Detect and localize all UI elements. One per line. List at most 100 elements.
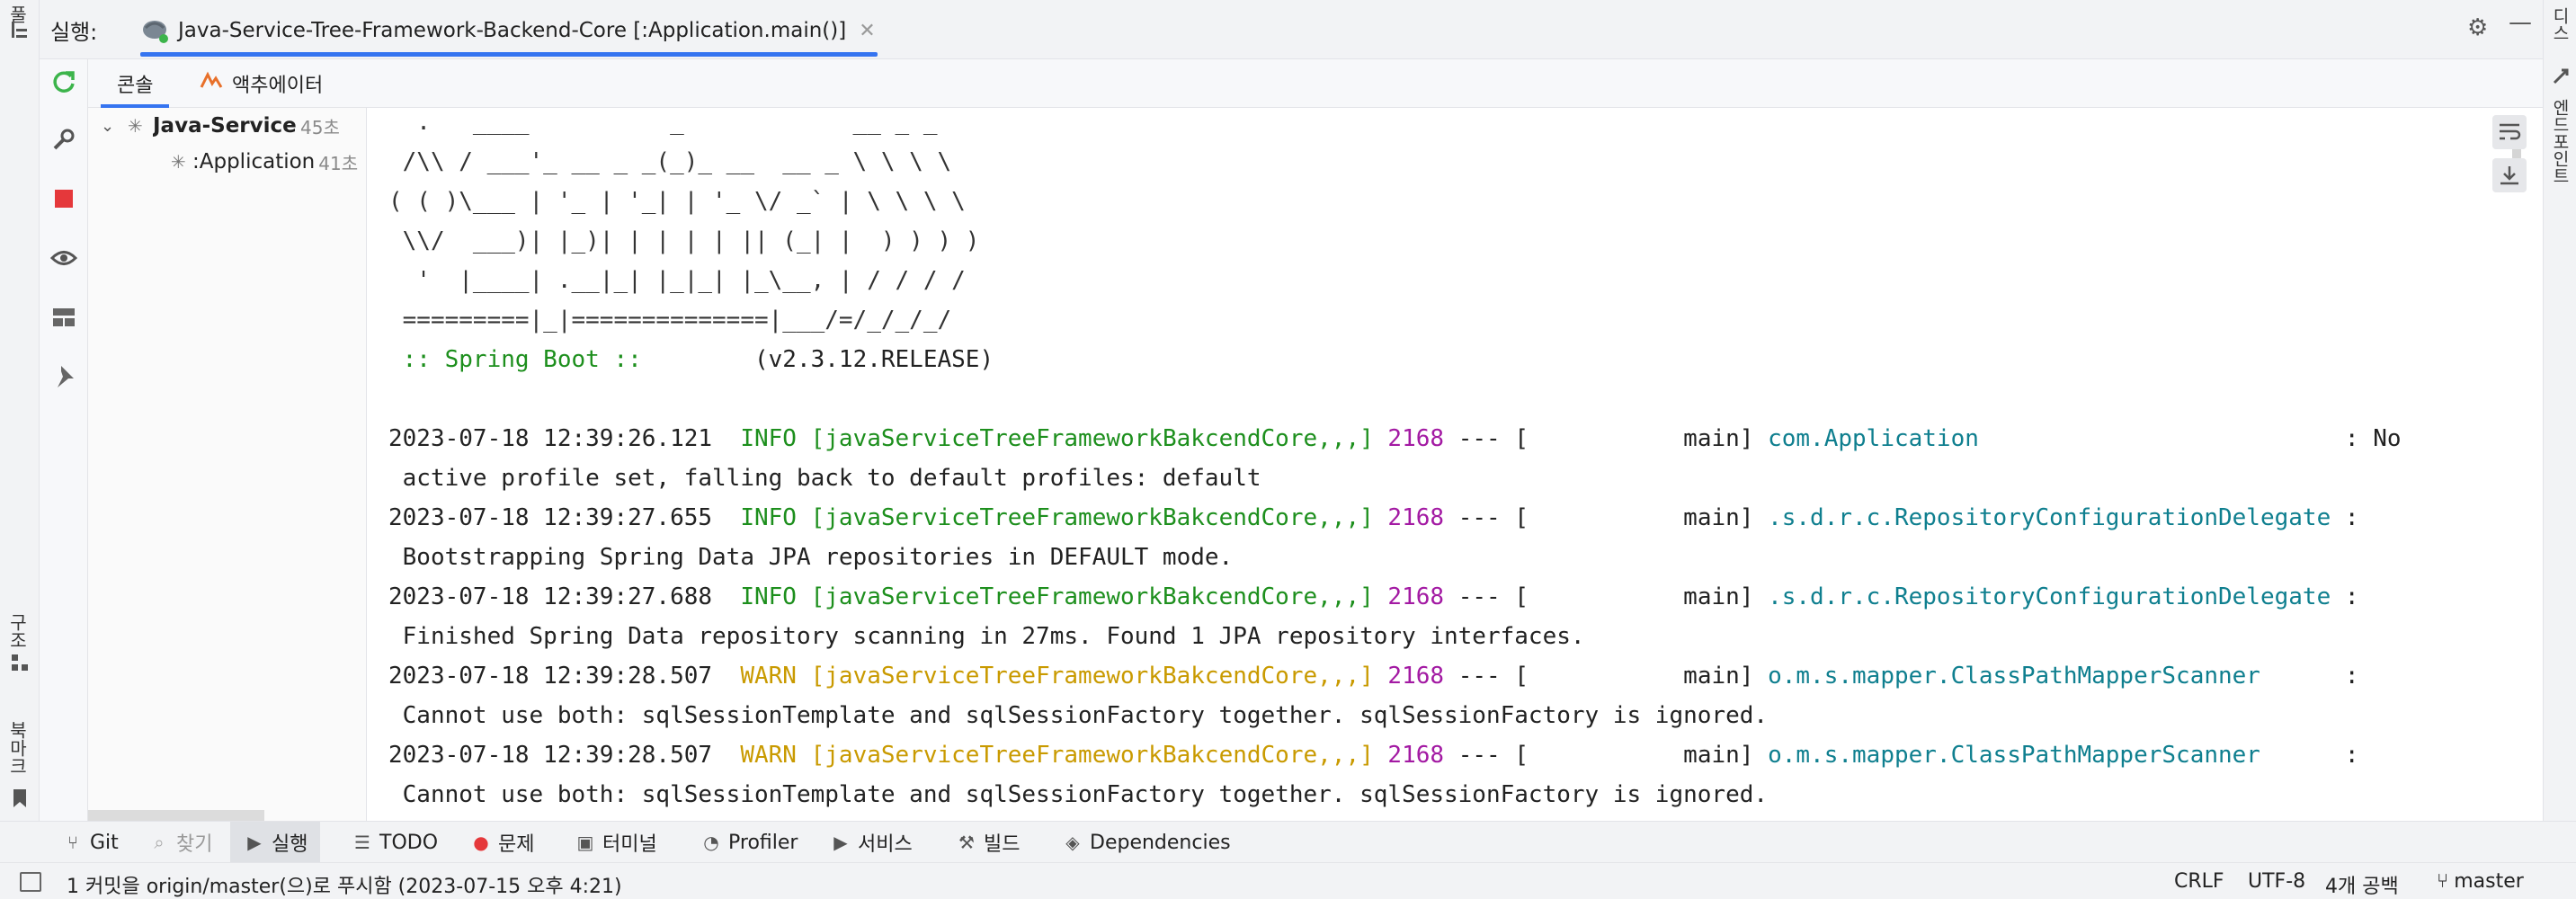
todo-icon: ☰ (354, 832, 370, 853)
layout-icon[interactable] (49, 302, 79, 333)
tree-item-root-label: Java-Service-T (153, 114, 297, 138)
tool-todo[interactable]: ☰ TODO (342, 822, 447, 863)
log-pid: 2168 (1387, 504, 1445, 531)
file-encoding[interactable]: UTF-8 (2248, 870, 2305, 893)
log-logger: o.m.s.mapper.ClassPathMapperScanner (1768, 742, 2260, 769)
banner-line: =========|_|==============|___/=/_/_/_/ (388, 307, 952, 334)
tool-todo-label: TODO (379, 831, 439, 854)
branch-icon: ⑂ (2437, 870, 2449, 893)
bookmark-icon[interactable] (11, 788, 29, 809)
run-label: 실행: (50, 20, 98, 45)
tool-services[interactable]: ▶ 서비스 (820, 822, 922, 863)
java-app-icon (140, 17, 169, 44)
tool-terminal[interactable]: ▣ 터미널 (565, 822, 666, 863)
log-thread: [ main] (1514, 583, 1754, 610)
wrench-icon[interactable] (49, 124, 79, 155)
dependencies-icon: ◈ (1065, 832, 1080, 853)
tool-dependencies-label: Dependencies (1090, 831, 1231, 854)
spinner-icon: ✳ (128, 115, 143, 137)
terminal-icon: ▣ (576, 832, 594, 853)
bookmarks-label[interactable]: 북마크 (6, 721, 31, 775)
log-line: 2023-07-18 12:39:28.507 WARN [javaServic… (388, 735, 2359, 775)
log-separator: --- (1457, 742, 1501, 769)
tool-run-label: 실행 (272, 833, 308, 856)
run-configuration-tab[interactable]: Java-Service-Tree-Framework-Backend-Core… (140, 7, 878, 57)
minimize-icon[interactable]: — (2509, 9, 2532, 36)
log-context: [javaServiceTreeFrameworkBakcendCore,,,] (810, 583, 1374, 610)
scroll-to-end-icon[interactable] (2492, 158, 2527, 192)
log-context: [javaServiceTreeFrameworkBakcendCore,,,] (810, 504, 1374, 531)
log-continuation: Cannot use both: sqlSessionTemplate and … (388, 702, 1769, 729)
run-process-tree: ⌄ ✳ Java-Service-T 45초 ✳ :Application 41… (88, 108, 367, 821)
log-pid: 2168 (1387, 583, 1445, 610)
branch-name: master (2454, 870, 2524, 893)
eye-icon[interactable] (49, 243, 79, 273)
log-tail: : (2344, 663, 2359, 690)
log-level: INFO (740, 504, 797, 531)
tree-item-root[interactable]: ⌄ ✳ Java-Service-T 45초 (101, 110, 340, 142)
indent-setting[interactable]: 4개 공백 (2325, 870, 2399, 899)
run-icon: ▶ (247, 832, 262, 853)
banner-line: ' |____| .__|_| |_|_| |_\__, | / / / / (388, 267, 966, 294)
soft-wrap-icon[interactable] (2492, 115, 2527, 149)
log-logger: com.Application (1768, 425, 1979, 452)
log-context: [javaServiceTreeFrameworkBakcendCore,,,] (810, 425, 1374, 452)
chevron-down-icon[interactable]: ⌄ (101, 117, 119, 136)
console-output[interactable]: . ____ _ __ _ _ /\\ / ___'_ __ _ _(_)_ _… (367, 108, 2507, 821)
spring-boot-version: (v2.3.12.RELEASE) (655, 346, 994, 373)
gear-icon[interactable]: ⚙ (2467, 14, 2488, 41)
rerun-icon[interactable] (49, 67, 79, 97)
log-tail: : (2344, 742, 2359, 769)
banner-line: /\\ / ___'_ __ _ _(_)_ __ __ _ \ \ \ \ (388, 148, 952, 175)
log-separator: --- (1457, 583, 1501, 610)
endpoints-icon[interactable] (2551, 67, 2571, 86)
tool-build-label: 빌드 (984, 833, 1021, 856)
tree-item-application[interactable]: ✳ :Application 41초 (171, 146, 358, 178)
panel-toggle-icon[interactable] (20, 872, 41, 892)
git-icon: ⑂ (67, 832, 78, 853)
pin-icon[interactable] (49, 361, 79, 392)
log-continuation: Finished Spring Data repository scanning… (388, 623, 1585, 650)
spinner-icon: ✳ (171, 151, 186, 173)
log-context: [javaServiceTreeFrameworkBakcendCore,,,] (810, 742, 1374, 769)
tool-services-label: 서비스 (858, 833, 913, 856)
vcs-status-message[interactable]: 1 커밋을 origin/master(으)로 푸시함 (2023-07-15 … (67, 870, 622, 899)
structure-label[interactable]: 구조 (6, 613, 31, 649)
console-side-tools (2492, 108, 2543, 821)
build-icon: ⚒ (958, 832, 975, 853)
tool-problems[interactable]: ● 문제 (460, 822, 543, 863)
log-separator: --- (1457, 663, 1501, 690)
branch-widget[interactable]: ⑂ master (2437, 870, 2524, 893)
run-toolbar (40, 59, 88, 821)
spring-boot-line: :: Spring Boot :: (v2.3.12.RELEASE) (388, 340, 994, 379)
line-separator[interactable]: CRLF (2174, 870, 2224, 893)
endpoints-label[interactable]: 엔드포인트 (2550, 99, 2572, 184)
log-timestamp: 2023-07-18 12:39:27.688 (388, 583, 713, 610)
tool-profiler[interactable]: ◔ Profiler (691, 822, 807, 863)
tool-dependencies[interactable]: ◈ Dependencies (1052, 822, 1240, 863)
log-thread: [ main] (1514, 742, 1754, 769)
tool-build[interactable]: ⚒ 빌드 (946, 822, 1029, 863)
tree-horizontal-scrollbar[interactable] (88, 810, 264, 821)
log-timestamp: 2023-07-18 12:39:28.507 (388, 663, 713, 690)
stop-icon[interactable] (49, 183, 79, 214)
services-icon: ▶ (833, 832, 848, 853)
log-pid: 2168 (1387, 663, 1445, 690)
log-tail: : (2344, 583, 2359, 610)
tab-console-label: 콘솔 (117, 75, 154, 97)
log-pid: 2168 (1387, 425, 1445, 452)
log-logger: .s.d.r.c.RepositoryConfigurationDelegate (1768, 504, 2331, 531)
log-level: WARN (740, 663, 797, 690)
log-thread: [ main] (1514, 663, 1754, 690)
tool-run[interactable]: ▶ 실행 (230, 822, 321, 863)
right-gutter-top-label[interactable]: 디스 (2550, 7, 2572, 41)
close-icon[interactable]: ✕ (859, 20, 875, 42)
log-continuation: Bootstrapping Spring Data JPA repositori… (388, 544, 1234, 571)
structure-icon[interactable] (9, 653, 31, 672)
tab-console[interactable]: 콘솔 (101, 59, 170, 108)
tab-actuator[interactable]: 액추에이터 (200, 59, 323, 108)
log-tail: : (2344, 504, 2359, 531)
tool-git[interactable]: ⑂ Git (52, 822, 128, 863)
tool-find[interactable]: ⌕ 찾기 (138, 822, 221, 863)
project-icon[interactable] (11, 20, 29, 40)
